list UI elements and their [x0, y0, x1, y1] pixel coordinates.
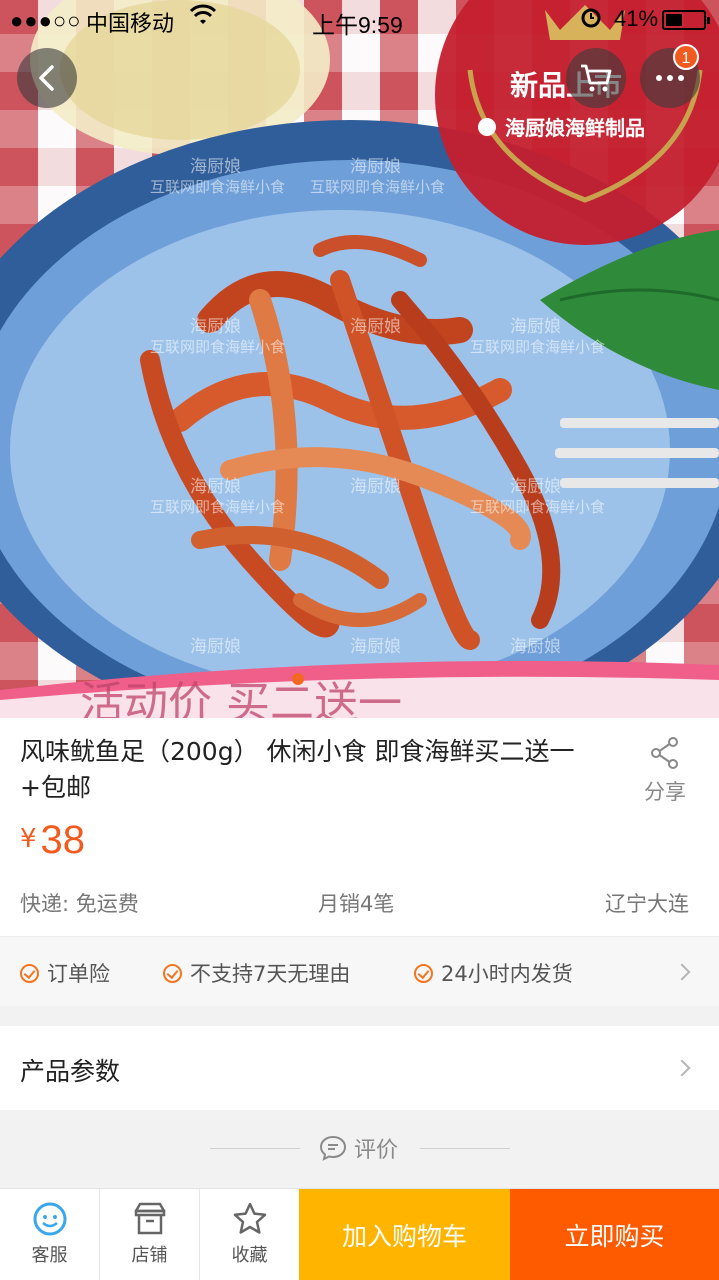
- share-label: 分享: [644, 780, 686, 804]
- service-item: 24小时内发货: [414, 958, 573, 988]
- shopping-cart-icon: [581, 64, 612, 92]
- watermark-brand: 海厨娘: [350, 477, 401, 497]
- share-button[interactable]: 分享: [630, 736, 700, 806]
- badge-subtitle: 海厨娘海鲜制品: [505, 116, 645, 140]
- wechat-icon: [478, 118, 496, 136]
- watermark-slogan: 互联网即食海鲜小食: [150, 498, 285, 516]
- monthly-sales: 月销4笔: [318, 892, 395, 916]
- watermark-slogan: 互联网即食海鲜小食: [150, 178, 285, 196]
- carousel-indicator[interactable]: [292, 673, 304, 685]
- watermark-brand: 海厨娘: [190, 317, 241, 337]
- check-circle-icon: [20, 963, 39, 983]
- battery-icon: [662, 10, 710, 30]
- watermark-slogan: 互联网即食海鲜小食: [470, 338, 605, 356]
- more-dots-icon: [656, 75, 684, 81]
- product-detail-page: 新品上市 海厨娘海鲜制品 海厨娘 海厨娘 互联网即食海鲜小食 互联网即食海鲜小食…: [0, 0, 719, 1280]
- share-icon: [651, 737, 678, 769]
- status-bar: ●●●○○ 中国移动 上午9:59 41%: [0, 0, 719, 40]
- alarm-icon: [580, 6, 602, 34]
- service-item: 订单险: [20, 958, 110, 988]
- chevron-right-icon: [673, 1059, 691, 1077]
- bottom-action-bar: 客服 店铺 收藏 加入购物车 立即购买: [0, 1188, 719, 1280]
- product-info-card: 风味鱿鱼足（200g） 休闲小食 即食海鲜买二送一+包邮 分享 ¥38 快递: …: [0, 718, 719, 936]
- service-guarantees-row[interactable]: 订单险 不支持7天无理由 24小时内发货: [0, 936, 719, 1006]
- params-label: 产品参数: [20, 1057, 121, 1086]
- product-params-row[interactable]: 产品参数: [0, 1026, 719, 1110]
- clock: 上午9:59: [312, 12, 403, 38]
- shipping-info: 快递: 免运费: [20, 892, 139, 916]
- watermark-brand: 海厨娘: [510, 637, 561, 657]
- watermark-brand: 海厨娘: [350, 637, 401, 657]
- shop-icon: [134, 1202, 165, 1235]
- reviews-section-header[interactable]: 评价: [0, 1118, 719, 1178]
- reviews-label: 评价: [354, 1138, 399, 1163]
- watermark-slogan: 互联网即食海鲜小食: [150, 338, 285, 356]
- product-price: ¥38: [20, 818, 85, 863]
- favorite-label: 收藏: [231, 1245, 268, 1266]
- cart-button[interactable]: [566, 48, 626, 108]
- watermark-brand: 海厨娘: [350, 157, 401, 177]
- watermark-brand: 海厨娘: [510, 317, 561, 337]
- signal-strength: ●●●○○: [10, 8, 82, 33]
- price-value: 38: [40, 818, 86, 862]
- shop-label: 店铺: [131, 1245, 168, 1266]
- battery-percentage: 41%: [614, 6, 659, 31]
- watermark-brand: 海厨娘: [510, 477, 561, 497]
- ship-from-location: 辽宁大连: [605, 892, 689, 916]
- carrier-name: 中国移动: [86, 11, 175, 36]
- back-button[interactable]: [17, 48, 77, 108]
- star-icon: [233, 1202, 266, 1234]
- wifi-icon: [189, 4, 217, 34]
- watermark-brand: 海厨娘: [190, 637, 241, 657]
- check-circle-icon: [414, 963, 433, 983]
- service-label: 24小时内发货: [441, 962, 573, 986]
- product-photo: 新品上市 海厨娘海鲜制品 海厨娘 海厨娘 互联网即食海鲜小食 互联网即食海鲜小食…: [0, 0, 719, 718]
- customer-service-button[interactable]: 客服: [0, 1189, 100, 1280]
- promo-banner-text: 活动价 买二送一: [80, 678, 402, 718]
- add-to-cart-button[interactable]: 加入购物车: [299, 1189, 510, 1280]
- chevron-left-icon: [39, 65, 54, 91]
- chevron-right-icon: [673, 963, 691, 981]
- watermark-brand: 海厨娘: [350, 317, 401, 337]
- favorite-button[interactable]: 收藏: [200, 1189, 300, 1280]
- customer-service-label: 客服: [31, 1245, 68, 1266]
- shop-button[interactable]: 店铺: [100, 1189, 200, 1280]
- customer-service-icon: [33, 1202, 66, 1236]
- buy-now-button[interactable]: 立即购买: [510, 1189, 719, 1280]
- divider: [420, 1148, 510, 1149]
- watermark-brand: 海厨娘: [190, 477, 241, 497]
- check-circle-icon: [163, 963, 182, 983]
- watermark-slogan: 互联网即食海鲜小食: [470, 498, 605, 516]
- currency-symbol: ¥: [20, 824, 37, 854]
- service-item: 不支持7天无理由: [163, 958, 350, 988]
- product-image-carousel[interactable]: 新品上市 海厨娘海鲜制品 海厨娘 海厨娘 互联网即食海鲜小食 互联网即食海鲜小食…: [0, 0, 719, 718]
- watermark-brand: 海厨娘: [190, 157, 241, 177]
- watermark-slogan: 互联网即食海鲜小食: [310, 178, 445, 196]
- reviews-label-group: 评价: [318, 1132, 398, 1164]
- divider: [210, 1148, 300, 1149]
- product-title: 风味鱿鱼足（200g） 休闲小食 即食海鲜买二送一+包邮: [20, 737, 575, 802]
- service-label: 订单险: [47, 962, 110, 986]
- cart-count-badge: 1: [673, 44, 699, 70]
- comment-icon: [319, 1135, 347, 1161]
- service-label: 不支持7天无理由: [190, 962, 351, 986]
